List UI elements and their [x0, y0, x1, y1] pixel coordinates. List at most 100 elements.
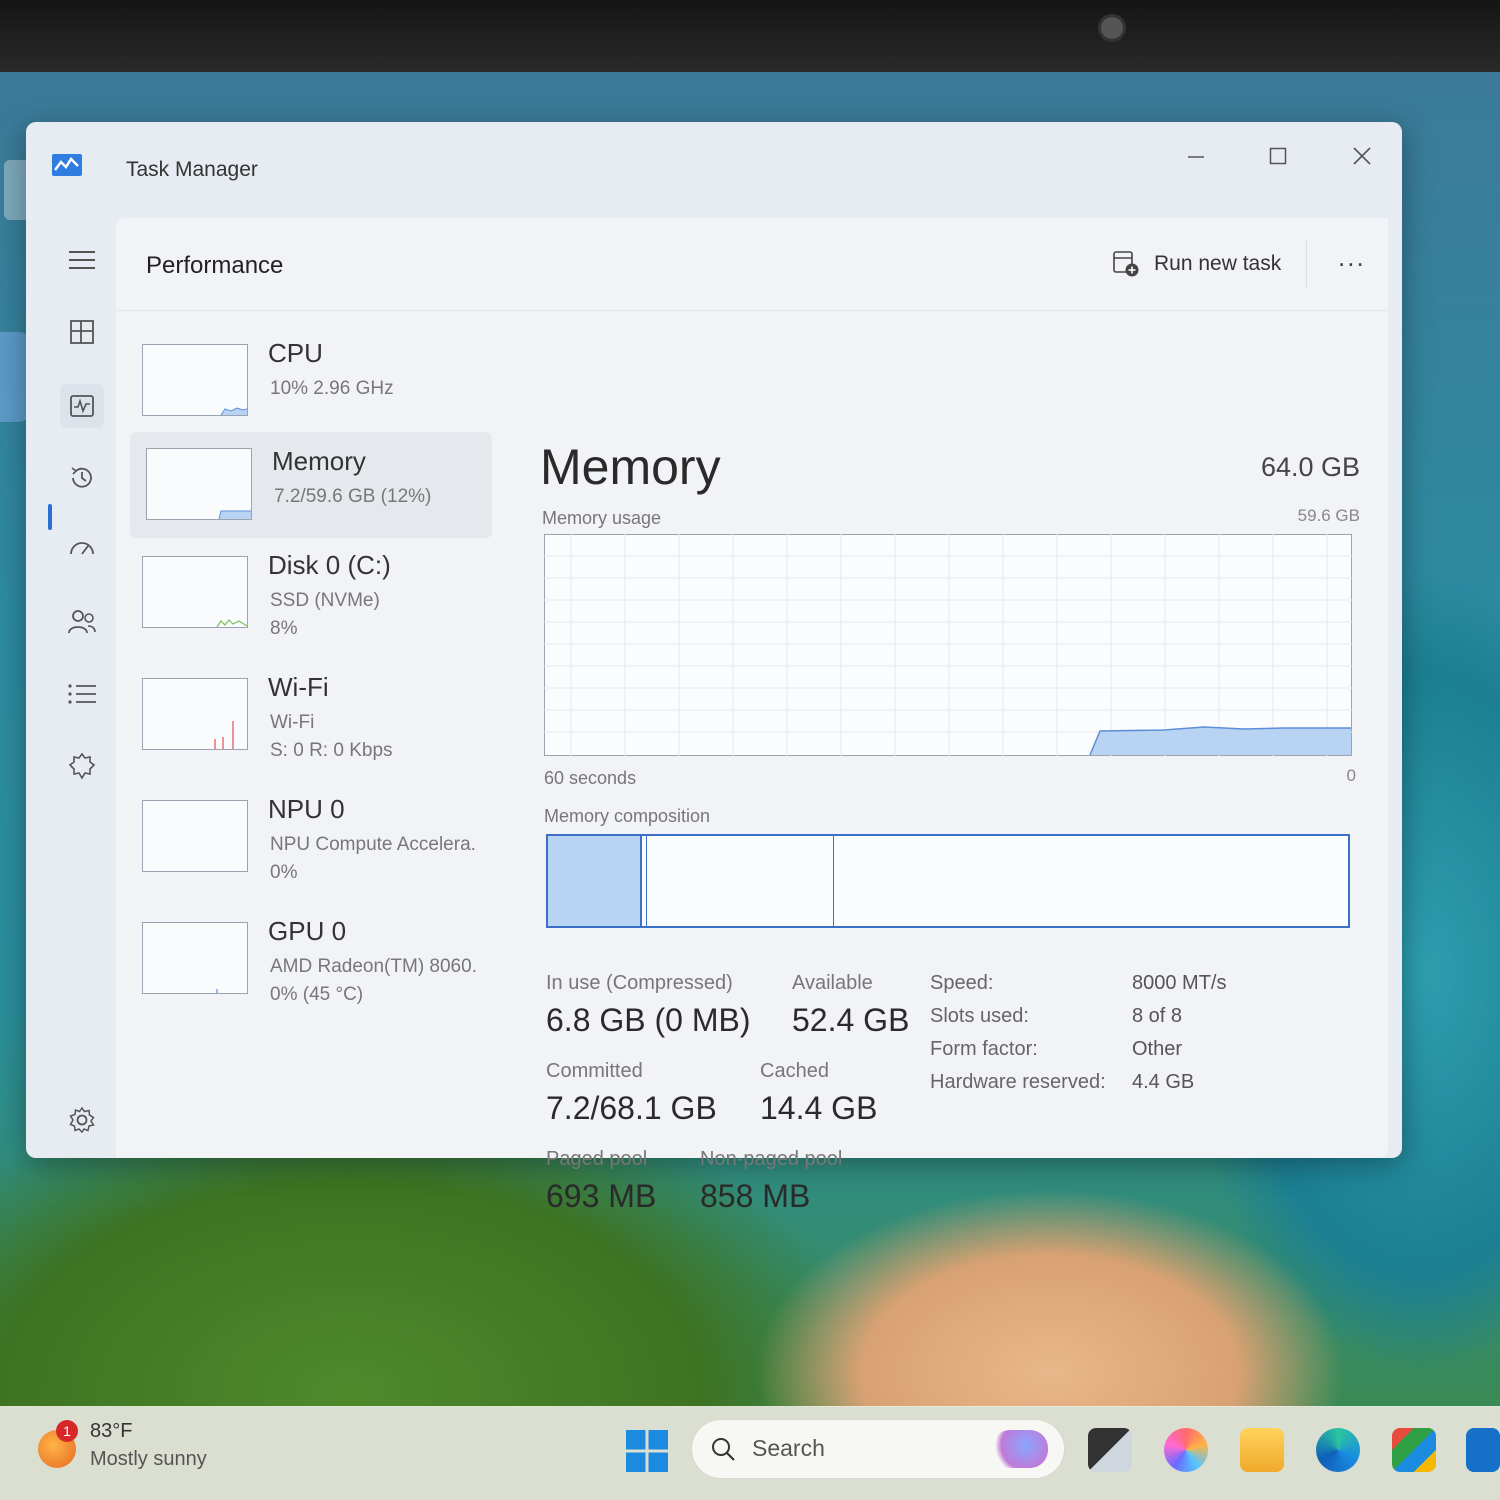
- microsoft-store-icon[interactable]: [1392, 1428, 1436, 1472]
- users-icon: [68, 610, 96, 634]
- start-button[interactable]: [626, 1430, 668, 1472]
- speed-label: Speed:: [930, 972, 994, 994]
- gpu-sparkline: [216, 989, 218, 993]
- committed-label: Committed: [546, 1060, 643, 1082]
- cached-value: 14.4 GB: [760, 1090, 878, 1126]
- memory-sparkline: [218, 510, 251, 520]
- search-placeholder: Search: [752, 1435, 825, 1461]
- title-bar[interactable]: Task Manager: [26, 122, 1402, 216]
- form-factor-value: Other: [1132, 1038, 1183, 1060]
- close-button[interactable]: [1332, 134, 1392, 178]
- composition-free[interactable]: [834, 836, 1348, 926]
- header-divider: [1306, 240, 1307, 288]
- in-use-label: In use (Compressed): [546, 972, 733, 994]
- memory-title: Memory: [540, 439, 721, 495]
- device-detail: 7.2/59.6 GB (12%): [274, 486, 432, 507]
- performance-icon: [70, 395, 94, 417]
- available-label: Available: [792, 972, 873, 994]
- navigation-pane: [46, 232, 126, 1152]
- outlook-icon[interactable]: [1466, 1428, 1500, 1472]
- minimize-button[interactable]: [1166, 134, 1226, 178]
- file-explorer-icon[interactable]: [1240, 1428, 1284, 1472]
- taskbar: 1 83°F Mostly sunny Search: [0, 1406, 1500, 1500]
- cached-label: Cached: [760, 1060, 829, 1082]
- available-value: 52.4 GB: [792, 1002, 910, 1038]
- hardware-reserved-value: 4.4 GB: [1132, 1071, 1195, 1093]
- nav-settings[interactable]: [60, 1098, 104, 1142]
- nav-app-history[interactable]: [60, 456, 104, 500]
- performance-page: Performance Run new task ... CPU 10% 2.9…: [116, 218, 1388, 1214]
- device-cpu[interactable]: CPU 10% 2.96 GHz: [142, 336, 492, 432]
- menu-button[interactable]: [60, 238, 104, 282]
- task-view-icon[interactable]: [1088, 1428, 1132, 1472]
- device-gpu[interactable]: GPU 0 AMD Radeon(TM) 8060. 0% (45 °C): [142, 914, 492, 1010]
- hardware-reserved-label: Hardware reserved:: [930, 1071, 1106, 1093]
- nav-details[interactable]: [60, 672, 104, 716]
- page-title: Performance: [146, 252, 284, 279]
- more-options-button[interactable]: ...: [1338, 242, 1366, 273]
- processes-icon: [70, 320, 94, 344]
- paged-pool-value: 693 MB: [546, 1178, 657, 1214]
- non-paged-pool-value: 858 MB: [700, 1178, 811, 1214]
- nav-processes[interactable]: [60, 310, 104, 354]
- cpu-thumbnail-graph: [142, 344, 248, 416]
- slots-used-label: Slots used:: [930, 1005, 1029, 1027]
- device-throughput: S: 0 R: 0 Kbps: [270, 740, 393, 761]
- edge-browser-icon[interactable]: [1316, 1428, 1360, 1472]
- copilot-icon[interactable]: [1164, 1428, 1208, 1472]
- device-memory[interactable]: Memory 7.2/59.6 GB (12%): [130, 432, 492, 538]
- device-name: NPU 0: [268, 794, 345, 824]
- composition-standby[interactable]: [647, 836, 834, 926]
- close-icon: [1353, 147, 1371, 165]
- device-usage: 0%: [270, 862, 298, 883]
- device-detail: NPU Compute Accelera.: [270, 834, 476, 855]
- weather-condition: Mostly sunny: [90, 1448, 207, 1470]
- graph-axis-left-label: 60 seconds: [544, 768, 637, 788]
- window-title: Task Manager: [126, 158, 258, 181]
- speed-value: 8000 MT/s: [1132, 972, 1227, 994]
- search-icon: [712, 1438, 735, 1461]
- device-name: CPU: [268, 338, 323, 368]
- composition-in-use[interactable]: [548, 836, 642, 926]
- memory-thumbnail-graph: [146, 448, 252, 520]
- nav-performance[interactable]: [60, 384, 104, 428]
- device-name: Wi-Fi: [268, 672, 329, 702]
- run-new-task-button[interactable]: Run new task: [1112, 244, 1281, 284]
- device-detail: SSD (NVMe): [270, 590, 380, 611]
- nav-startup-apps[interactable]: [60, 528, 104, 572]
- task-manager-window: Task Manager Performance Run new task ..…: [26, 122, 1402, 1214]
- memory-usage-max: 59.6 GB: [1297, 506, 1360, 525]
- monitor-bezel: [0, 0, 1500, 72]
- nav-services[interactable]: [60, 744, 104, 788]
- device-npu[interactable]: NPU 0 NPU Compute Accelera. 0%: [142, 792, 492, 888]
- non-paged-pool-label: Non-paged pool: [700, 1148, 843, 1170]
- device-name: Memory: [272, 446, 366, 476]
- device-name: GPU 0: [268, 916, 347, 946]
- maximize-icon: [1269, 147, 1287, 165]
- wifi-sparkline: [214, 721, 234, 749]
- wifi-thumbnail-graph: [142, 678, 248, 750]
- committed-value: 7.2/68.1 GB: [546, 1090, 717, 1126]
- task-manager-icon: [52, 154, 82, 176]
- device-detail: 10% 2.96 GHz: [270, 378, 394, 399]
- weather-temperature: 83°F: [90, 1420, 133, 1442]
- disk-thumbnail-graph: [142, 556, 248, 628]
- notification-badge: 1: [56, 1420, 78, 1442]
- minimize-icon: [1188, 156, 1204, 158]
- search-highlight-icon: [992, 1430, 1048, 1468]
- memory-composition-label: Memory composition: [544, 806, 711, 826]
- device-usage: 0% (45 °C): [270, 984, 364, 1005]
- device-detail: Wi-Fi: [270, 712, 315, 733]
- memory-composition-bar: [546, 834, 1350, 928]
- taskbar-search[interactable]: Search: [692, 1420, 1064, 1478]
- device-usage: 8%: [270, 618, 298, 639]
- camera-icon: [1098, 14, 1126, 42]
- maximize-button[interactable]: [1248, 134, 1308, 178]
- device-wifi[interactable]: Wi-Fi Wi-Fi S: 0 R: 0 Kbps: [142, 670, 492, 766]
- device-disk[interactable]: Disk 0 (C:) SSD (NVMe) 8%: [142, 548, 492, 644]
- run-task-icon: [1113, 251, 1139, 277]
- npu-thumbnail-graph: [142, 800, 248, 872]
- gpu-thumbnail-graph: [142, 922, 248, 994]
- nav-users[interactable]: [60, 600, 104, 644]
- services-icon: [68, 752, 96, 780]
